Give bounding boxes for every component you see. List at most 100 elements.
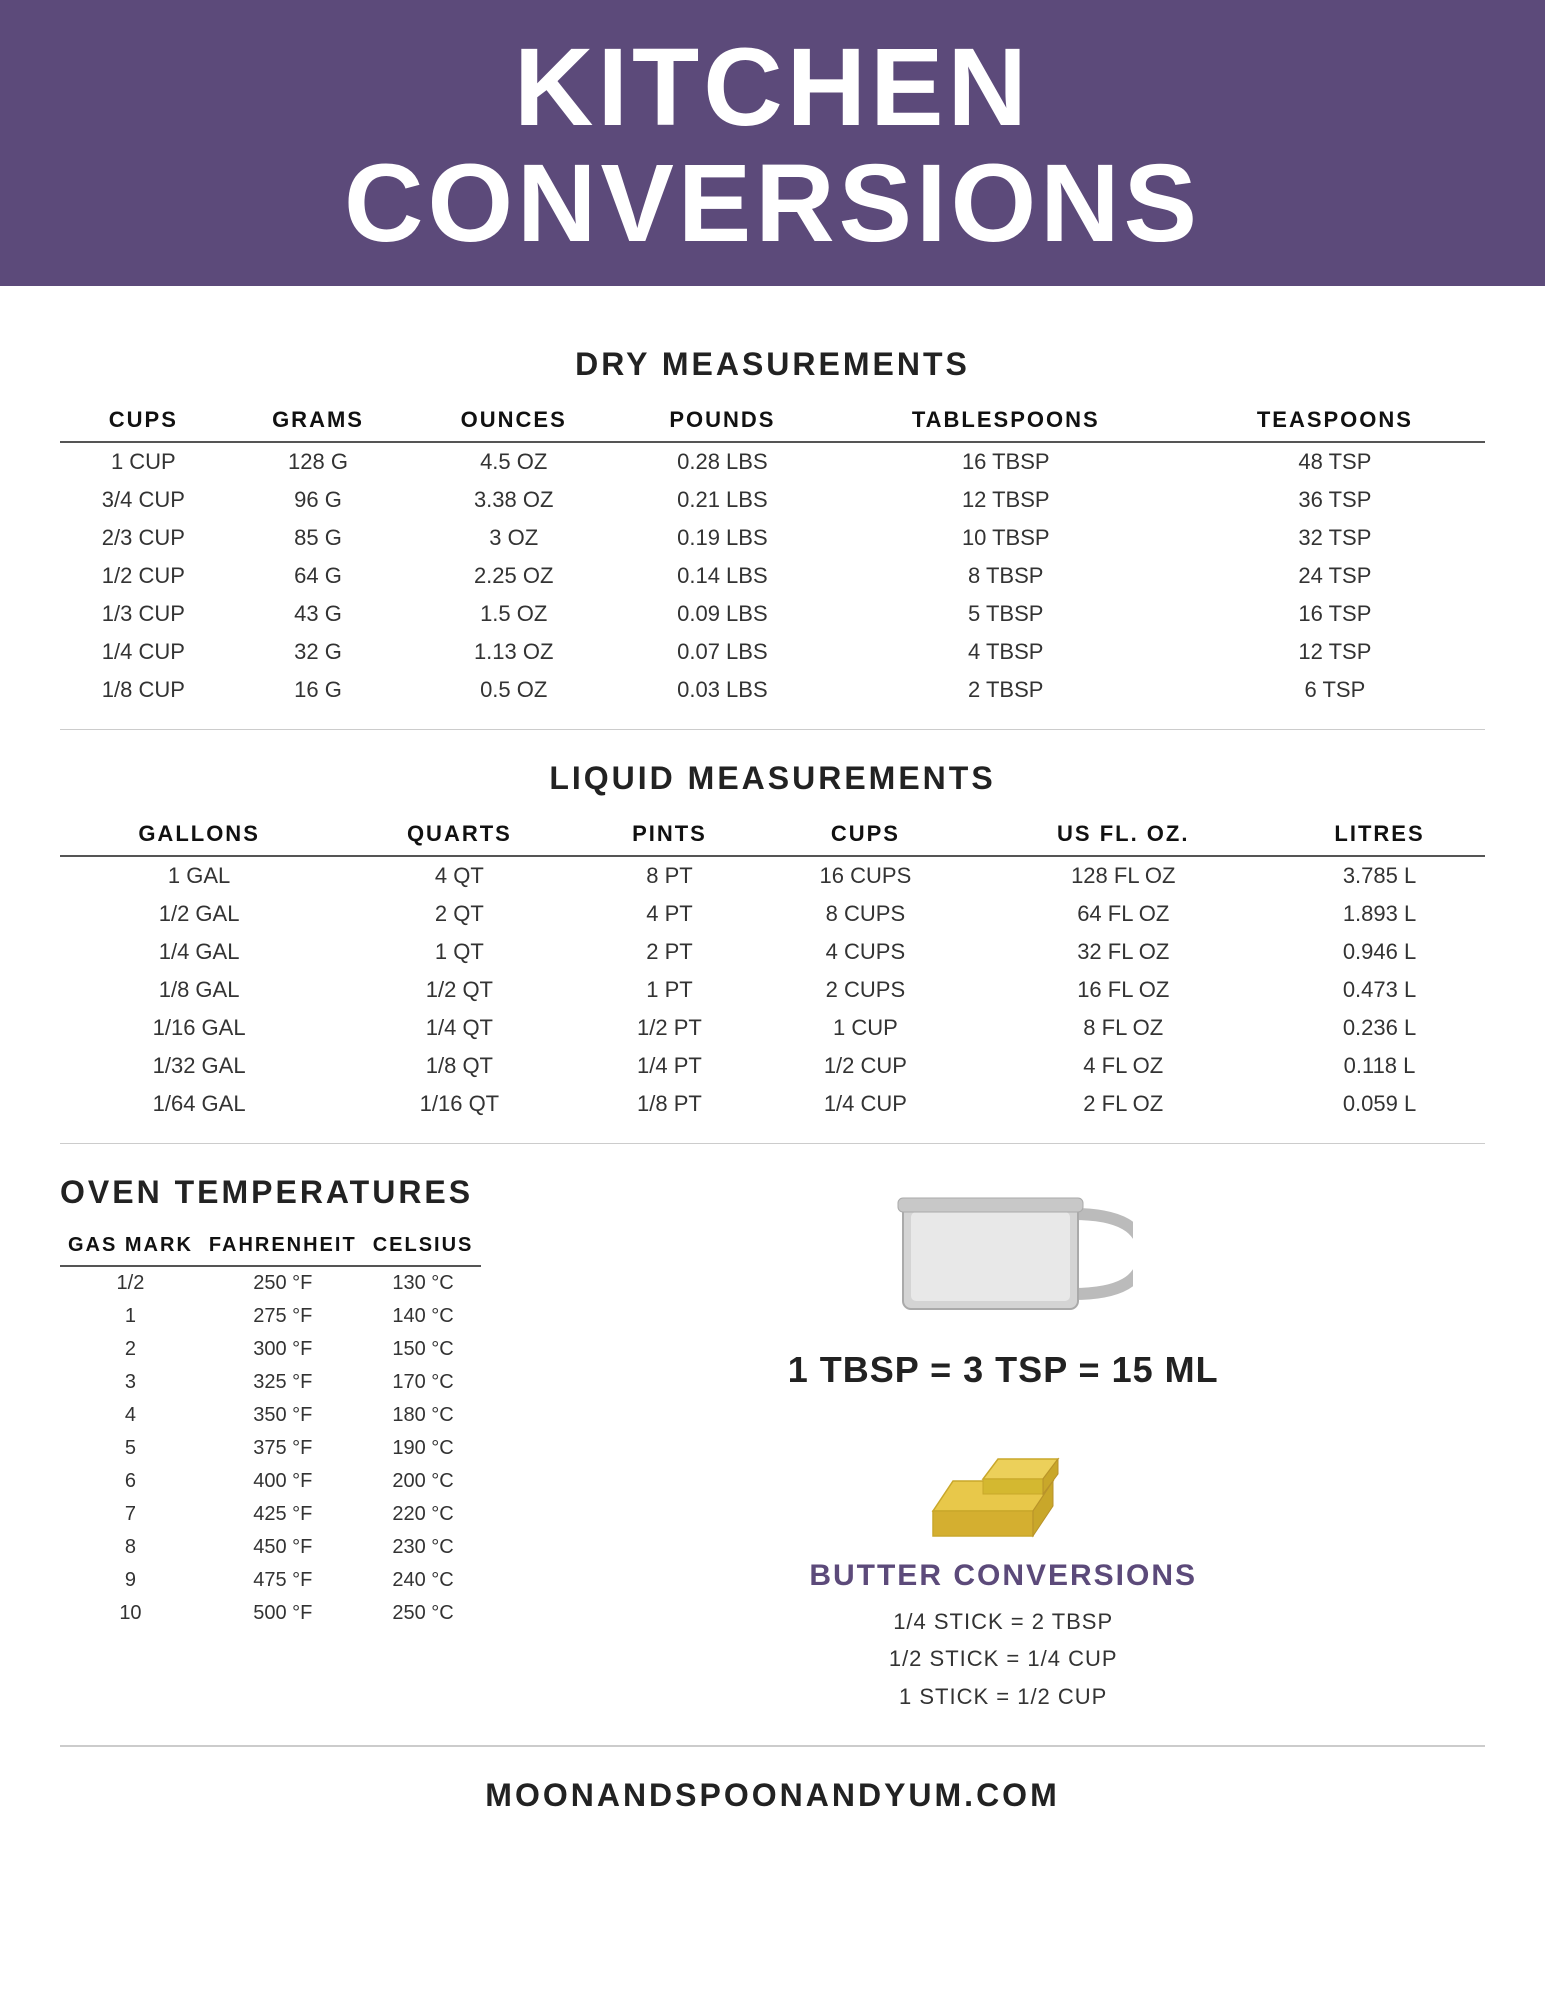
dry-cell-3-2: 2.25 OZ xyxy=(409,557,618,595)
oven-cell-3-1: 325 °F xyxy=(201,1366,365,1399)
liquid-cell-3-1: 1/2 QT xyxy=(338,971,580,1009)
divider-2 xyxy=(60,1143,1485,1144)
header-title-line2: CONVERSIONS xyxy=(20,146,1525,262)
dry-cell-0-0: 1 CUP xyxy=(60,442,227,481)
dry-cell-1-3: 0.21 LBS xyxy=(618,481,827,519)
oven-cell-10-0: 10 xyxy=(60,1597,201,1630)
oven-table-row: 9475 °F240 °C xyxy=(60,1564,481,1597)
butter-line-3: 1 STICK = 1/2 CUP xyxy=(889,1678,1118,1715)
dry-cell-4-0: 1/3 CUP xyxy=(60,595,227,633)
dry-cell-2-3: 0.19 LBS xyxy=(618,519,827,557)
dry-cell-3-1: 64 G xyxy=(227,557,410,595)
oven-cell-7-0: 7 xyxy=(60,1498,201,1531)
oven-col-gasmark: GAS MARK xyxy=(60,1229,201,1266)
dry-cell-2-5: 32 TSP xyxy=(1185,519,1485,557)
liquid-cell-4-3: 1 CUP xyxy=(758,1009,972,1047)
liquid-table-row: 1/32 GAL1/8 QT1/4 PT1/2 CUP4 FL OZ0.118 … xyxy=(60,1047,1485,1085)
dry-table-row: 3/4 CUP96 G3.38 OZ0.21 LBS12 TBSP36 TSP xyxy=(60,481,1485,519)
liquid-cell-5-3: 1/2 CUP xyxy=(758,1047,972,1085)
liquid-col-quarts: QUARTS xyxy=(338,815,580,856)
liquid-table-row: 1/16 GAL1/4 QT1/2 PT1 CUP8 FL OZ0.236 L xyxy=(60,1009,1485,1047)
oven-cell-6-0: 6 xyxy=(60,1465,201,1498)
oven-table-row: 10500 °F250 °C xyxy=(60,1597,481,1630)
liquid-cell-0-4: 128 FL OZ xyxy=(972,856,1274,895)
right-panel: 1 TBSP = 3 TSP = 15 ML BUTTER CONVERSION… xyxy=(521,1174,1485,1715)
oven-table-row: 1/2250 °F130 °C xyxy=(60,1266,481,1300)
liquid-col-cups: CUPS xyxy=(758,815,972,856)
oven-cell-4-2: 180 °C xyxy=(365,1399,482,1432)
dry-cell-6-2: 0.5 OZ xyxy=(409,671,618,709)
dry-cell-1-5: 36 TSP xyxy=(1185,481,1485,519)
liquid-table-row: 1/8 GAL1/2 QT1 PT2 CUPS16 FL OZ0.473 L xyxy=(60,971,1485,1009)
dry-cell-6-0: 1/8 CUP xyxy=(60,671,227,709)
liquid-table-body: 1 GAL4 QT8 PT16 CUPS128 FL OZ3.785 L1/2 … xyxy=(60,856,1485,1123)
liquid-cell-1-0: 1/2 GAL xyxy=(60,895,338,933)
oven-cell-6-2: 200 °C xyxy=(365,1465,482,1498)
liquid-cell-4-5: 0.236 L xyxy=(1274,1009,1485,1047)
dry-cell-5-3: 0.07 LBS xyxy=(618,633,827,671)
dry-col-cups: CUPS xyxy=(60,401,227,442)
dry-table-row: 1/8 CUP16 G0.5 OZ0.03 LBS2 TBSP6 TSP xyxy=(60,671,1485,709)
oven-table-row: 4350 °F180 °C xyxy=(60,1399,481,1432)
butter-conversions: 1/4 STICK = 2 TBSP 1/2 STICK = 1/4 CUP 1… xyxy=(889,1603,1118,1715)
liquid-cell-4-1: 1/4 QT xyxy=(338,1009,580,1047)
oven-cell-2-2: 150 °C xyxy=(365,1333,482,1366)
oven-cell-3-0: 3 xyxy=(60,1366,201,1399)
liquid-table-row: 1 GAL4 QT8 PT16 CUPS128 FL OZ3.785 L xyxy=(60,856,1485,895)
footer: MOONANDSPOONANDYUM.COM xyxy=(60,1745,1485,1834)
oven-cell-2-1: 300 °F xyxy=(201,1333,365,1366)
dry-cell-0-4: 16 TBSP xyxy=(827,442,1185,481)
dry-cell-3-3: 0.14 LBS xyxy=(618,557,827,595)
dry-col-grams: GRAMS xyxy=(227,401,410,442)
dry-cell-4-2: 1.5 OZ xyxy=(409,595,618,633)
liquid-cell-6-3: 1/4 CUP xyxy=(758,1085,972,1123)
dry-cell-6-1: 16 G xyxy=(227,671,410,709)
dry-table-body: 1 CUP128 G4.5 OZ0.28 LBS16 TBSP48 TSP3/4… xyxy=(60,442,1485,709)
dry-cell-5-4: 4 TBSP xyxy=(827,633,1185,671)
footer-url: MOONANDSPOONANDYUM.COM xyxy=(60,1777,1485,1814)
liquid-cell-2-4: 32 FL OZ xyxy=(972,933,1274,971)
oven-cell-9-2: 240 °C xyxy=(365,1564,482,1597)
liquid-section-title: LIQUID MEASUREMENTS xyxy=(60,760,1485,797)
dry-cell-4-5: 16 TSP xyxy=(1185,595,1485,633)
liquid-col-gallons: GALLONS xyxy=(60,815,338,856)
oven-cell-0-2: 130 °C xyxy=(365,1266,482,1300)
oven-cell-9-0: 9 xyxy=(60,1564,201,1597)
dry-cell-6-3: 0.03 LBS xyxy=(618,671,827,709)
oven-table-body: 1/2250 °F130 °C1275 °F140 °C2300 °F150 °… xyxy=(60,1266,481,1630)
dry-table-row: 1 CUP128 G4.5 OZ0.28 LBS16 TBSP48 TSP xyxy=(60,442,1485,481)
oven-table-row: 7425 °F220 °C xyxy=(60,1498,481,1531)
dry-col-teaspoons: TEASPOONS xyxy=(1185,401,1485,442)
liquid-cell-6-2: 1/8 PT xyxy=(581,1085,759,1123)
liquid-col-pints: PINTS xyxy=(581,815,759,856)
dry-col-ounces: OUNCES xyxy=(409,401,618,442)
oven-cell-3-2: 170 °C xyxy=(365,1366,482,1399)
oven-table-row: 3325 °F170 °C xyxy=(60,1366,481,1399)
dry-cell-4-1: 43 G xyxy=(227,595,410,633)
measuring-cup-icon xyxy=(873,1184,1133,1329)
liquid-cell-4-2: 1/2 PT xyxy=(581,1009,759,1047)
oven-cell-8-1: 450 °F xyxy=(201,1531,365,1564)
dry-section-title: DRY MEASUREMENTS xyxy=(60,346,1485,383)
header: KITCHEN CONVERSIONS xyxy=(0,0,1545,286)
liquid-cell-1-1: 2 QT xyxy=(338,895,580,933)
liquid-cell-6-1: 1/16 QT xyxy=(338,1085,580,1123)
liquid-cell-0-5: 3.785 L xyxy=(1274,856,1485,895)
oven-cell-5-0: 5 xyxy=(60,1432,201,1465)
liquid-cell-3-5: 0.473 L xyxy=(1274,971,1485,1009)
dry-cell-3-4: 8 TBSP xyxy=(827,557,1185,595)
dry-measurements-table: CUPS GRAMS OUNCES POUNDS TABLESPOONS TEA… xyxy=(60,401,1485,709)
oven-header-row: GAS MARK FAHRENHEIT CELSIUS xyxy=(60,1229,481,1266)
oven-table-row: 5375 °F190 °C xyxy=(60,1432,481,1465)
liquid-cell-3-4: 16 FL OZ xyxy=(972,971,1274,1009)
tbsp-conversion-text: 1 TBSP = 3 TSP = 15 ML xyxy=(788,1349,1219,1391)
oven-cell-5-2: 190 °C xyxy=(365,1432,482,1465)
oven-cell-8-2: 230 °C xyxy=(365,1531,482,1564)
liquid-cell-1-2: 4 PT xyxy=(581,895,759,933)
liquid-cell-0-1: 4 QT xyxy=(338,856,580,895)
liquid-cell-4-4: 8 FL OZ xyxy=(972,1009,1274,1047)
dry-cell-2-4: 10 TBSP xyxy=(827,519,1185,557)
divider-1 xyxy=(60,729,1485,730)
butter-image xyxy=(903,1421,1103,1551)
oven-col-fahrenheit: FAHRENHEIT xyxy=(201,1229,365,1266)
